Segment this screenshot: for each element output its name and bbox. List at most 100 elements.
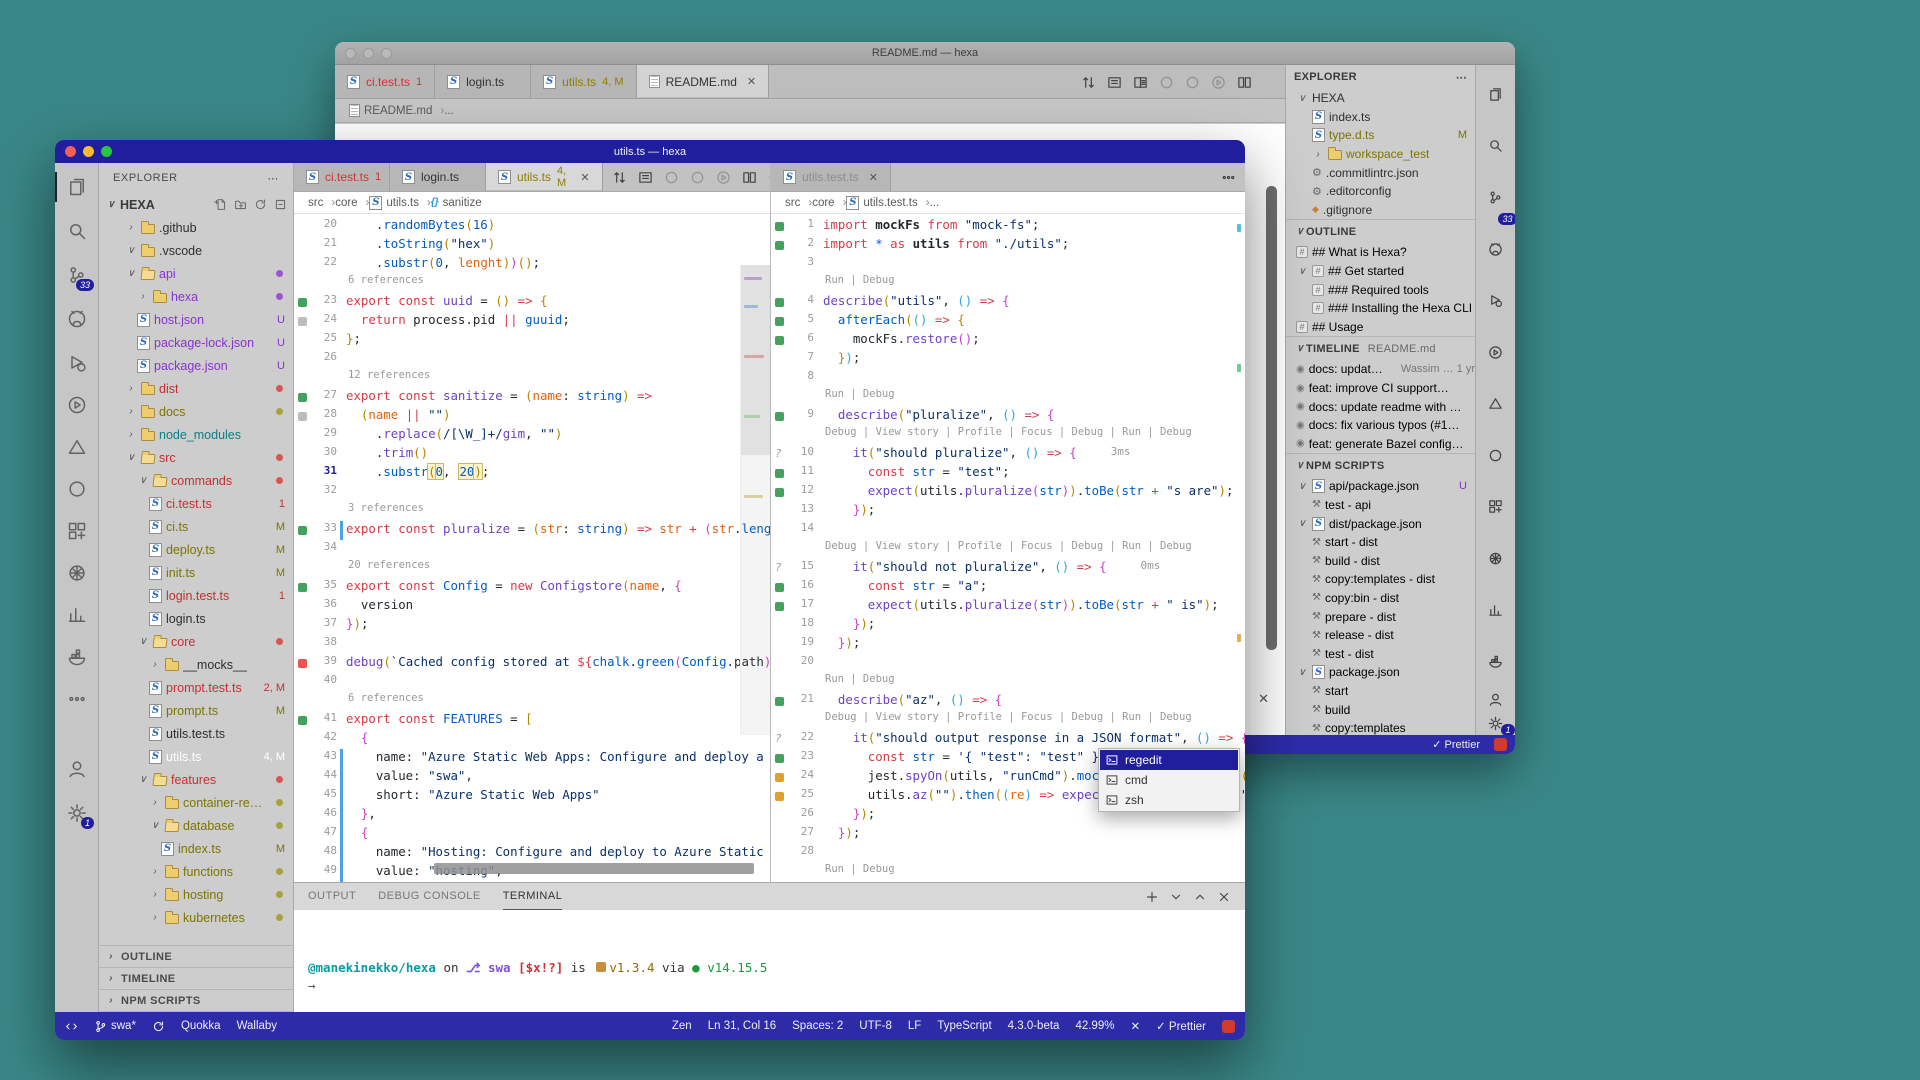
code-line[interactable]: 12 expect(utils.pluralize(str)).toBe(str… — [771, 483, 1245, 502]
editor-tab[interactable]: S ci.test.ts 1 — [294, 163, 390, 191]
breadcrumb-item[interactable]: {} sanitize — [431, 197, 482, 209]
codelens[interactable]: Run | Debug — [823, 673, 895, 685]
tree-item[interactable]: ∨ core — [99, 630, 293, 653]
tree-item[interactable]: › workspace_test — [1286, 145, 1475, 164]
code-line[interactable]: 31 .substr(0, 20); — [294, 464, 770, 483]
traffic-lights[interactable] — [65, 146, 112, 157]
status-item[interactable]: 42.99% — [1075, 1019, 1114, 1033]
tree-item[interactable]: › .github — [99, 216, 293, 239]
menu-item[interactable]: zsh — [1100, 790, 1238, 810]
remote-targets-icon[interactable] — [55, 471, 99, 507]
code-line[interactable]: 21 describe("az", () => { — [771, 692, 1245, 711]
code-line[interactable]: Debug | View story | Profile | Focus | D… — [771, 711, 1245, 730]
code-line[interactable]: 6 references — [294, 274, 770, 293]
back-close-icon[interactable]: ✕ — [1258, 691, 1269, 707]
debug-icon[interactable] — [55, 345, 99, 381]
editor-tab[interactable]: S ci.test.ts 1 — [335, 65, 435, 98]
code-line[interactable]: 36 version — [294, 597, 770, 616]
outline-item[interactable]: # ### Required tools — [1286, 280, 1475, 299]
tree-item[interactable]: › functions — [99, 860, 293, 883]
code-line[interactable]: 4 describe("utils", () => { — [771, 293, 1245, 312]
tree-item[interactable]: S init.ts M — [99, 561, 293, 584]
outline-item[interactable]: # ## What is Hexa? — [1286, 243, 1475, 262]
tree-item[interactable]: ∨ database — [99, 814, 293, 837]
code-line[interactable]: 19 }); — [771, 635, 1245, 654]
collapse-all-icon[interactable] — [274, 198, 287, 211]
kubernetes-icon[interactable] — [55, 555, 99, 591]
search-icon[interactable] — [55, 213, 99, 249]
code-line[interactable]: Debug | View story | Profile | Focus | D… — [771, 540, 1245, 559]
chart-icon[interactable] — [55, 597, 99, 633]
run-icon[interactable] — [1483, 331, 1509, 374]
sidebar-section-header[interactable]: › OUTLINE — [99, 946, 293, 968]
timeline-item[interactable]: ◉ docs: update url Wassim … 1 yr — [1286, 360, 1475, 379]
code-line[interactable]: 32 — [294, 483, 770, 502]
remote-indicator-icon[interactable] — [65, 1020, 78, 1033]
more-actions-icon[interactable] — [1215, 163, 1241, 191]
codelens[interactable]: 6 references — [346, 274, 424, 286]
extensions-icon[interactable] — [55, 513, 99, 549]
code-line[interactable]: 38 — [294, 635, 770, 654]
code-line[interactable]: 6 references — [294, 692, 770, 711]
refresh-icon[interactable] — [254, 198, 267, 211]
menu-item[interactable]: regedit — [1100, 750, 1238, 770]
git-branch-item[interactable]: swa* — [94, 1020, 136, 1033]
code-line[interactable]: 17 expect(utils.pluralize(str)).toBe(str… — [771, 597, 1245, 616]
timeline-item[interactable]: ◉ docs: fix various typos (#1… — [1286, 416, 1475, 435]
code-line[interactable]: 20 .randomBytes(16) — [294, 217, 770, 236]
tree-item[interactable]: ∨ commands — [99, 469, 293, 492]
npm-script-item[interactable]: ∨ S dist/package.json — [1286, 514, 1475, 533]
codelens[interactable]: Run | Debug — [823, 388, 895, 400]
code-line[interactable]: 43 name: "Azure Static Web Apps: Configu… — [294, 749, 770, 768]
tree-item[interactable]: S prompt.ts M — [99, 699, 293, 722]
code-line[interactable]: 2 import * as utils from "./utils"; — [771, 236, 1245, 255]
markdown-preview-icon[interactable] — [1127, 65, 1153, 99]
new-folder-icon[interactable] — [234, 198, 247, 211]
debug-icon[interactable] — [1483, 279, 1509, 322]
codelens[interactable]: Run | Debug — [823, 274, 895, 286]
breadcrumb-item[interactable]: src — [785, 197, 812, 209]
tree-item[interactable]: › hexa — [99, 285, 293, 308]
github-icon[interactable] — [55, 301, 99, 337]
open-changes-icon[interactable] — [1075, 65, 1101, 99]
tree-item[interactable]: ∨ HEXA — [1286, 89, 1475, 108]
tree-item[interactable]: S prompt.test.ts 2, M — [99, 676, 293, 699]
outline-item[interactable]: ∨ # ## Get started — [1286, 262, 1475, 281]
code-line[interactable]: 34 — [294, 540, 770, 559]
status-item[interactable]: LF — [908, 1019, 921, 1033]
account-icon[interactable] — [55, 751, 99, 787]
code-line[interactable]: 22 it("should output response in a JSON … — [771, 730, 1245, 749]
npm-script-item[interactable]: ⚒ build - dist — [1286, 551, 1475, 570]
code-line[interactable]: 22 .substr(0, lenght))(); — [294, 255, 770, 274]
close-panel-icon[interactable] — [1217, 890, 1231, 904]
code-line[interactable]: 8 — [771, 369, 1245, 388]
timeline-item[interactable]: ◉ feat: improve CI support… — [1286, 379, 1475, 398]
status-prettier[interactable]: ✓ Prettier — [1432, 738, 1480, 751]
code-line[interactable]: 25 }; — [294, 331, 770, 350]
timeline-item[interactable]: ◉ feat: generate Bazel config… — [1286, 435, 1475, 454]
run-icon[interactable] — [1205, 65, 1231, 99]
tree-item[interactable]: ⚙ .commitlintrc.json — [1286, 163, 1475, 182]
horizontal-scrollbar[interactable] — [434, 863, 754, 874]
status-item[interactable]: 4.3.0-beta — [1008, 1019, 1060, 1033]
code-line[interactable]: 46 }, — [294, 806, 770, 825]
code-line[interactable]: 26 — [294, 350, 770, 369]
code-line[interactable]: 3 — [771, 255, 1245, 274]
status-item[interactable]: Ln 31, Col 16 — [708, 1019, 776, 1033]
code-line[interactable]: 15 it("should not pluralize", () => { 0m… — [771, 559, 1245, 578]
run-icon[interactable] — [711, 163, 737, 191]
code-line[interactable]: Run | Debug — [771, 388, 1245, 407]
more-actions-icon[interactable]: ⋯ — [1456, 71, 1467, 84]
search-icon[interactable] — [1483, 125, 1509, 168]
status-item[interactable]: TypeScript — [937, 1019, 991, 1033]
more-icon[interactable] — [55, 681, 99, 717]
code-editor-utils[interactable]: 20 .randomBytes(16) 21 — [294, 214, 770, 882]
tree-item[interactable]: ◆ .gitignore — [1286, 201, 1475, 220]
tab-close-icon[interactable]: ✕ — [747, 75, 756, 88]
code-line[interactable]: 3 references — [294, 502, 770, 521]
code-line[interactable]: 18 }); — [771, 616, 1245, 635]
tree-item[interactable]: S host.json U — [99, 308, 293, 331]
code-line[interactable]: 29 .replace(/[\W_]+/gim, "") — [294, 426, 770, 445]
tree-item[interactable]: › kubernetes — [99, 906, 293, 929]
tree-item[interactable]: ∨ features — [99, 768, 293, 791]
